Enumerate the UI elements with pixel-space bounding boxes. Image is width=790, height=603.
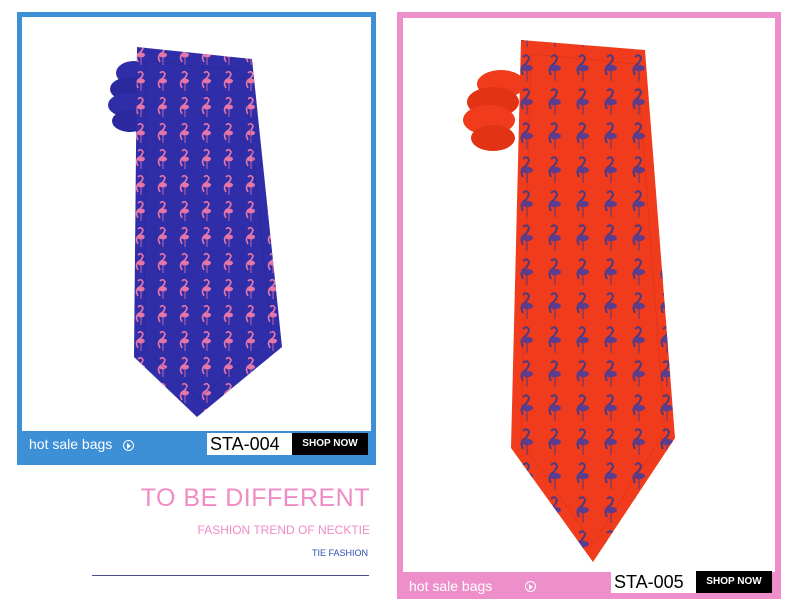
card-footer: hot sale bags STA-005 SHOP NOW	[397, 571, 781, 599]
product-card-sta-005[interactable]: hot sale bags STA-005 SHOP NOW	[397, 12, 781, 599]
arrow-right-icon[interactable]	[123, 440, 134, 451]
product-code: STA-005	[611, 571, 697, 593]
hot-sale-link[interactable]: hot sale bags	[409, 578, 492, 594]
tie-roll	[463, 70, 525, 151]
product-image-blue-tie[interactable]	[22, 17, 371, 431]
card-footer: hot sale bags STA-004 SHOP NOW	[17, 424, 376, 465]
arrow-right-icon[interactable]	[525, 581, 536, 592]
product-card-sta-004[interactable]: hot sale bags STA-004 SHOP NOW	[17, 12, 376, 465]
product-image-red-tie[interactable]	[403, 18, 775, 572]
shop-now-button[interactable]: SHOP NOW	[696, 571, 772, 593]
promo-subhead: FASHION TREND OF NECKTIE	[197, 523, 370, 537]
promo-tagline[interactable]: TIE FASHION	[312, 548, 368, 558]
promo-headline: TO BE DIFFERENT	[140, 484, 370, 512]
divider	[92, 575, 369, 576]
product-code: STA-004	[207, 433, 293, 455]
hot-sale-link[interactable]: hot sale bags	[29, 436, 112, 452]
shop-now-button[interactable]: SHOP NOW	[292, 433, 368, 455]
